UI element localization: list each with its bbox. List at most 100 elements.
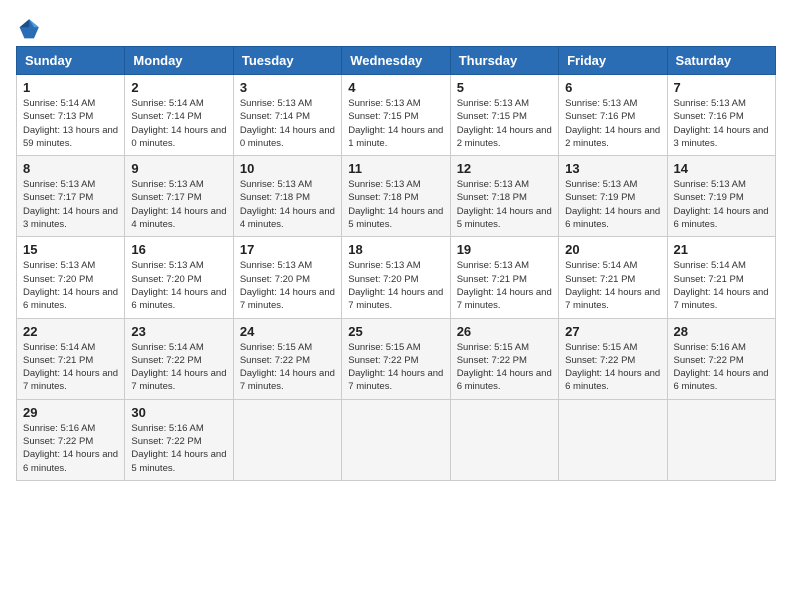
calendar-day-cell: 26 Sunrise: 5:15 AMSunset: 7:22 PMDayligh…: [450, 318, 558, 399]
logo-icon: [18, 16, 42, 40]
day-number: 27: [565, 324, 660, 339]
day-number: 9: [131, 161, 226, 176]
day-number: 24: [240, 324, 335, 339]
day-info: Sunrise: 5:13 AMSunset: 7:20 PMDaylight:…: [240, 259, 335, 312]
calendar-day-cell: 27Sunrise: 5:15 AMSunset: 7:22 PMDayligh…: [559, 318, 667, 399]
day-number: 8: [23, 161, 118, 176]
calendar-day-cell: 13 Sunrise: 5:13 AMSunset: 7:19 PMDayligh…: [559, 156, 667, 237]
calendar-day-cell: 2 Sunrise: 5:14 AMSunset: 7:14 PMDaylight…: [125, 75, 233, 156]
day-number: 14: [674, 161, 769, 176]
calendar-day-cell: 9Sunrise: 5:13 AMSunset: 7:17 PMDaylight…: [125, 156, 233, 237]
weekday-header-cell: Saturday: [667, 47, 775, 75]
day-info: Sunrise: 5:13 AMSunset: 7:21 PMDaylight:…: [457, 259, 552, 312]
calendar-day-cell: 15 Sunrise: 5:13 AMSunset: 7:20 PMDayligh…: [17, 237, 125, 318]
day-number: 21: [674, 242, 769, 257]
day-info: Sunrise: 5:14 AMSunset: 7:13 PMDaylight:…: [23, 97, 118, 150]
logo: [16, 16, 42, 36]
calendar-day-cell: [342, 399, 450, 480]
day-info: Sunrise: 5:13 AMSunset: 7:19 PMDaylight:…: [674, 178, 769, 231]
day-number: 16: [131, 242, 226, 257]
day-info: Sunrise: 5:13 AMSunset: 7:15 PMDaylight:…: [348, 97, 443, 150]
calendar-day-cell: 29 Sunrise: 5:16 AMSunset: 7:22 PMDayligh…: [17, 399, 125, 480]
day-info: Sunrise: 5:14 AMSunset: 7:22 PMDaylight:…: [131, 341, 226, 394]
calendar-day-cell: 18 Sunrise: 5:13 AMSunset: 7:20 PMDayligh…: [342, 237, 450, 318]
calendar-day-cell: 28Sunrise: 5:16 AMSunset: 7:22 PMDayligh…: [667, 318, 775, 399]
calendar-day-cell: 30Sunrise: 5:16 AMSunset: 7:22 PMDayligh…: [125, 399, 233, 480]
weekday-header-cell: Sunday: [17, 47, 125, 75]
day-number: 15: [23, 242, 118, 257]
calendar-day-cell: [559, 399, 667, 480]
day-info: Sunrise: 5:14 AMSunset: 7:14 PMDaylight:…: [131, 97, 226, 150]
day-number: 6: [565, 80, 660, 95]
calendar-day-cell: 5Sunrise: 5:13 AMSunset: 7:15 PMDaylight…: [450, 75, 558, 156]
day-info: Sunrise: 5:13 AMSunset: 7:20 PMDaylight:…: [131, 259, 226, 312]
day-number: 13: [565, 161, 660, 176]
day-info: Sunrise: 5:13 AMSunset: 7:20 PMDaylight:…: [348, 259, 443, 312]
calendar-day-cell: 19 Sunrise: 5:13 AMSunset: 7:21 PMDayligh…: [450, 237, 558, 318]
calendar-week-row: 15 Sunrise: 5:13 AMSunset: 7:20 PMDayligh…: [17, 237, 776, 318]
calendar-day-cell: 25 Sunrise: 5:15 AMSunset: 7:22 PMDayligh…: [342, 318, 450, 399]
day-number: 30: [131, 405, 226, 420]
calendar-day-cell: 14 Sunrise: 5:13 AMSunset: 7:19 PMDayligh…: [667, 156, 775, 237]
calendar-day-cell: 8 Sunrise: 5:13 AMSunset: 7:17 PMDaylight…: [17, 156, 125, 237]
day-number: 11: [348, 161, 443, 176]
calendar-week-row: 29 Sunrise: 5:16 AMSunset: 7:22 PMDayligh…: [17, 399, 776, 480]
header: [16, 16, 776, 36]
weekday-header-cell: Friday: [559, 47, 667, 75]
calendar-week-row: 1 Sunrise: 5:14 AMSunset: 7:13 PMDaylight…: [17, 75, 776, 156]
day-number: 22: [23, 324, 118, 339]
day-info: Sunrise: 5:13 AMSunset: 7:18 PMDaylight:…: [348, 178, 443, 231]
weekday-header-cell: Wednesday: [342, 47, 450, 75]
calendar: SundayMondayTuesdayWednesdayThursdayFrid…: [16, 46, 776, 481]
day-info: Sunrise: 5:13 AMSunset: 7:18 PMDaylight:…: [457, 178, 552, 231]
day-number: 4: [348, 80, 443, 95]
day-info: Sunrise: 5:16 AMSunset: 7:22 PMDaylight:…: [23, 422, 118, 475]
calendar-day-cell: [667, 399, 775, 480]
day-number: 29: [23, 405, 118, 420]
day-number: 17: [240, 242, 335, 257]
day-number: 5: [457, 80, 552, 95]
day-number: 10: [240, 161, 335, 176]
day-number: 25: [348, 324, 443, 339]
day-number: 2: [131, 80, 226, 95]
calendar-day-cell: [450, 399, 558, 480]
day-number: 20: [565, 242, 660, 257]
calendar-week-row: 8 Sunrise: 5:13 AMSunset: 7:17 PMDaylight…: [17, 156, 776, 237]
day-number: 19: [457, 242, 552, 257]
day-number: 18: [348, 242, 443, 257]
calendar-day-cell: 21 Sunrise: 5:14 AMSunset: 7:21 PMDayligh…: [667, 237, 775, 318]
day-info: Sunrise: 5:13 AMSunset: 7:19 PMDaylight:…: [565, 178, 660, 231]
calendar-body: 1 Sunrise: 5:14 AMSunset: 7:13 PMDaylight…: [17, 75, 776, 481]
day-info: Sunrise: 5:14 AMSunset: 7:21 PMDaylight:…: [565, 259, 660, 312]
calendar-day-cell: 24Sunrise: 5:15 AMSunset: 7:22 PMDayligh…: [233, 318, 341, 399]
day-number: 7: [674, 80, 769, 95]
day-number: 1: [23, 80, 118, 95]
calendar-day-cell: 7 Sunrise: 5:13 AMSunset: 7:16 PMDaylight…: [667, 75, 775, 156]
day-info: Sunrise: 5:15 AMSunset: 7:22 PMDaylight:…: [348, 341, 443, 394]
calendar-day-cell: 12 Sunrise: 5:13 AMSunset: 7:18 PMDayligh…: [450, 156, 558, 237]
day-info: Sunrise: 5:13 AMSunset: 7:16 PMDaylight:…: [674, 97, 769, 150]
weekday-header-cell: Monday: [125, 47, 233, 75]
weekday-header-cell: Tuesday: [233, 47, 341, 75]
day-info: Sunrise: 5:15 AMSunset: 7:22 PMDaylight:…: [457, 341, 552, 394]
calendar-day-cell: 3Sunrise: 5:13 AMSunset: 7:14 PMDaylight…: [233, 75, 341, 156]
day-number: 12: [457, 161, 552, 176]
calendar-day-cell: 17 Sunrise: 5:13 AMSunset: 7:20 PMDayligh…: [233, 237, 341, 318]
calendar-day-cell: 11 Sunrise: 5:13 AMSunset: 7:18 PMDayligh…: [342, 156, 450, 237]
day-number: 26: [457, 324, 552, 339]
day-info: Sunrise: 5:13 AMSunset: 7:20 PMDaylight:…: [23, 259, 118, 312]
calendar-day-cell: 20 Sunrise: 5:14 AMSunset: 7:21 PMDayligh…: [559, 237, 667, 318]
day-number: 3: [240, 80, 335, 95]
calendar-day-cell: 1 Sunrise: 5:14 AMSunset: 7:13 PMDaylight…: [17, 75, 125, 156]
day-info: Sunrise: 5:13 AMSunset: 7:16 PMDaylight:…: [565, 97, 660, 150]
calendar-day-cell: 23Sunrise: 5:14 AMSunset: 7:22 PMDayligh…: [125, 318, 233, 399]
day-info: Sunrise: 5:14 AMSunset: 7:21 PMDaylight:…: [674, 259, 769, 312]
day-info: Sunrise: 5:13 AMSunset: 7:17 PMDaylight:…: [23, 178, 118, 231]
calendar-day-cell: 22Sunrise: 5:14 AMSunset: 7:21 PMDayligh…: [17, 318, 125, 399]
calendar-day-cell: 6 Sunrise: 5:13 AMSunset: 7:16 PMDaylight…: [559, 75, 667, 156]
calendar-day-cell: 16 Sunrise: 5:13 AMSunset: 7:20 PMDayligh…: [125, 237, 233, 318]
day-info: Sunrise: 5:13 AMSunset: 7:18 PMDaylight:…: [240, 178, 335, 231]
calendar-week-row: 22Sunrise: 5:14 AMSunset: 7:21 PMDayligh…: [17, 318, 776, 399]
calendar-day-cell: 4 Sunrise: 5:13 AMSunset: 7:15 PMDaylight…: [342, 75, 450, 156]
calendar-day-cell: 10 Sunrise: 5:13 AMSunset: 7:18 PMDayligh…: [233, 156, 341, 237]
